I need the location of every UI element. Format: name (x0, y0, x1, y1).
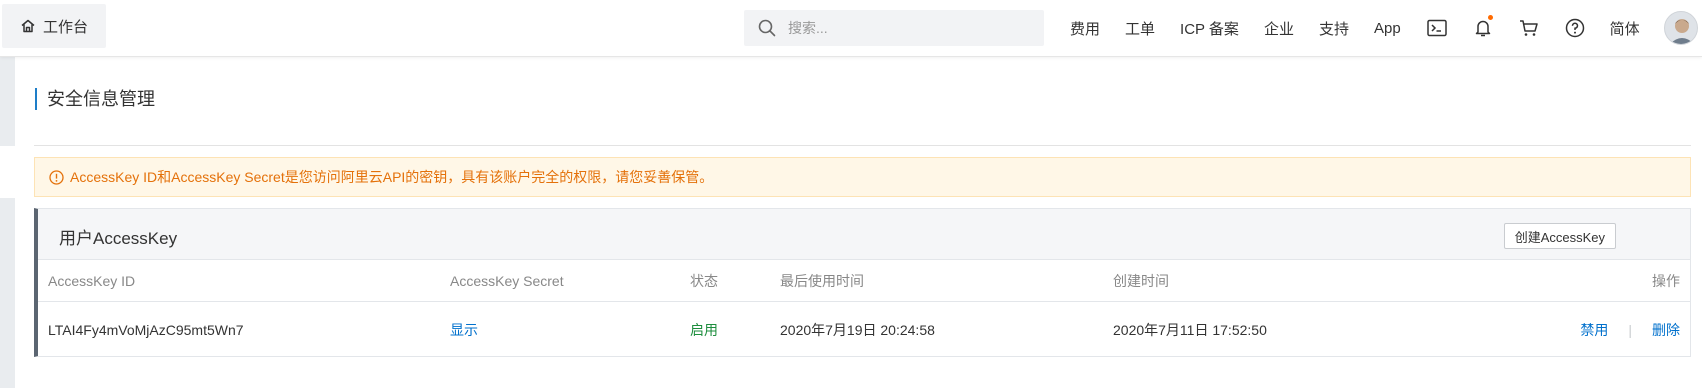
warning-alert: AccessKey ID和AccessKey Secret是您访问阿里云API的… (34, 157, 1691, 197)
delete-link[interactable]: 删除 (1652, 320, 1680, 340)
nav-tickets[interactable]: 工单 (1125, 18, 1155, 39)
workbench-button[interactable]: 工作台 (2, 4, 106, 48)
table-row: LTAI4Fy4mVoMjAzC95mt5Wn7 显示 启用 2020年7月19… (38, 302, 1690, 358)
column-header: 操作 (1652, 272, 1680, 289)
status-badge: 启用 (690, 322, 718, 338)
help-icon[interactable] (1564, 17, 1586, 39)
sidebar-rail (0, 56, 15, 388)
created-time: 2020年7月11日 17:52:50 (1113, 322, 1267, 338)
nav-app[interactable]: App (1374, 20, 1401, 37)
last-used-time: 2020年7月19日 20:24:58 (780, 322, 935, 338)
search-box[interactable] (744, 10, 1044, 46)
top-bar: 工作台 费用 工单 ICP 备案 企业 支持 App 简体 (0, 0, 1702, 57)
sidebar-gap (0, 146, 15, 198)
nav-support[interactable]: 支持 (1319, 18, 1349, 39)
disable-link[interactable]: 禁用 (1580, 320, 1608, 340)
terminal-icon[interactable] (1426, 17, 1448, 39)
column-header: AccessKey ID (48, 272, 136, 289)
column-header: AccessKey Secret (450, 272, 564, 289)
accesskey-id: LTAI4Fy4mVoMjAzC95mt5Wn7 (48, 322, 244, 338)
divider (34, 145, 1691, 146)
accesskey-panel: 用户AccessKey 创建AccessKey AccessKey ID Acc… (34, 208, 1691, 357)
show-secret-link[interactable]: 显示 (450, 302, 478, 358)
home-icon (20, 18, 36, 34)
nav-icp[interactable]: ICP 备案 (1180, 18, 1239, 39)
alert-text: AccessKey ID和AccessKey Secret是您访问阿里云API的… (70, 169, 714, 185)
nav-billing[interactable]: 费用 (1070, 18, 1100, 39)
search-icon (758, 19, 776, 37)
column-header: 创建时间 (1113, 272, 1169, 289)
cart-icon[interactable] (1518, 17, 1540, 39)
panel-header: 用户AccessKey 创建AccessKey (38, 209, 1690, 260)
table-header: AccessKey ID AccessKey Secret 状态 最后使用时间 … (38, 260, 1690, 302)
column-header: 状态 (690, 272, 718, 289)
panel-title: 用户AccessKey (59, 229, 178, 248)
warning-icon (49, 169, 64, 185)
avatar[interactable] (1664, 11, 1698, 45)
column-header: 最后使用时间 (780, 272, 864, 289)
row-actions: 禁用 | 删除 (1580, 302, 1680, 358)
bell-icon[interactable] (1472, 15, 1494, 39)
notification-dot (1487, 15, 1493, 20)
create-accesskey-button[interactable]: 创建AccessKey (1503, 223, 1616, 249)
page-title: 安全信息管理 (35, 88, 155, 110)
action-separator: | (1628, 322, 1632, 338)
language-switch[interactable]: 简体 (1610, 18, 1640, 39)
workbench-label: 工作台 (42, 18, 88, 36)
search-input[interactable] (786, 19, 1020, 37)
top-nav: 费用 工单 ICP 备案 企业 支持 App 简体 (1070, 0, 1665, 56)
nav-enterprise[interactable]: 企业 (1264, 18, 1294, 39)
